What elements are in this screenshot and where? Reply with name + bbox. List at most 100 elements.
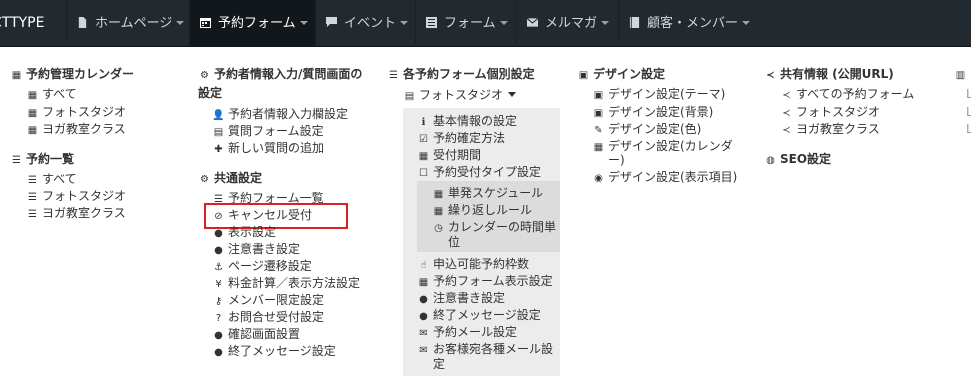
nav-customer-member[interactable]: 顧客・メンバー: [618, 0, 756, 47]
menu-display-settings[interactable]: ● 表示設定: [212, 224, 276, 242]
calendar-item-all[interactable]: ▦ すべて: [26, 86, 77, 104]
menu-label: 単発スケジュール: [448, 186, 544, 200]
comment-icon: ●: [419, 311, 428, 322]
menu-price-calc[interactable]: ¥ 料金計算／表示方法設定: [212, 275, 360, 293]
calendar-section-heading[interactable]: ▦ 予約管理カレンダー: [10, 66, 134, 84]
menu-reception-type[interactable]: ☐ 予約受付タイプ設定: [417, 164, 541, 182]
form-selector-value: フォトスタジオ: [419, 88, 504, 102]
menu-notice-settings-individual[interactable]: ● 注意書き設定: [417, 290, 505, 308]
menu-page-transition[interactable]: ⚓ ページ遷移設定: [212, 258, 312, 276]
calendar-icon: [200, 18, 211, 28]
list-item-yoga-class[interactable]: ☰ ヨガ教室クラス: [26, 205, 126, 223]
nav-homepage-label: ホームページ: [95, 16, 173, 31]
menu-share-yoga-class[interactable]: ≺ ヨガ教室クラス: [780, 121, 880, 139]
menu-label: 位: [448, 235, 461, 249]
menu-confirm-method[interactable]: ☑ 予約確定方法: [417, 130, 505, 148]
book-icon: [629, 17, 640, 28]
menu-inquiry-settings[interactable]: ? お問合せ受付設定: [212, 309, 324, 327]
menu-reception-period[interactable]: ▦ 受付期間: [417, 147, 481, 165]
envelope-icon: ✉: [419, 345, 428, 356]
menu-basic-info[interactable]: ℹ 基本情報の設定: [417, 113, 517, 131]
menu-share-photo-studio[interactable]: ≺ フォトスタジオ: [780, 104, 880, 122]
nav-reservation-form[interactable]: 予約フォーム: [189, 0, 315, 47]
calendar-icon: ▦: [433, 206, 444, 217]
brush-icon: ✎: [594, 125, 603, 136]
menu-reservation-mail[interactable]: ✉ 予約メール設定: [417, 324, 517, 342]
menu-label: 終了メッセージ設定: [228, 344, 336, 358]
menu-label: フォトスタジオ: [796, 105, 881, 119]
menu-cancel-reception[interactable]: ⊘ キャンセル受付: [212, 207, 312, 225]
reservation-list-heading[interactable]: ☰ 予約一覧: [10, 151, 74, 169]
menu-calendar-time-unit-cont[interactable]: 位: [448, 234, 460, 251]
calendar-item-yoga-class[interactable]: ▦ ヨガ教室クラス: [26, 121, 126, 139]
list-icon: ☰: [12, 155, 21, 166]
menu-end-message[interactable]: ● 終了メッセージ設定: [212, 343, 336, 361]
menu-single-schedule[interactable]: ▦ 単発スケジュール: [432, 185, 543, 203]
menu-form-display[interactable]: ▦ 予約フォーム表示設定: [417, 273, 553, 291]
hand-icon: ☝: [420, 260, 427, 271]
chevron-down-icon: [499, 21, 508, 25]
image-icon: ▣: [578, 70, 589, 81]
menu-design-background[interactable]: ▣ デザイン設定(背景): [592, 104, 714, 122]
seo-settings-heading[interactable]: ◍ SEO設定: [764, 151, 831, 169]
menu-label: ページ遷移設定: [228, 259, 312, 273]
clock-icon: ◷: [434, 223, 443, 234]
nav-mail-magazine[interactable]: メルマガ: [516, 0, 618, 47]
menu-label: デザイン設定(背景): [608, 105, 714, 119]
common-settings-heading: ⚙ 共通設定: [198, 170, 262, 188]
menu-label: 料金計算／表示方法設定: [228, 276, 361, 290]
menu-label: ヨガ教室クラス: [796, 122, 880, 136]
menu-design-color[interactable]: ✎ デザイン設定(色): [592, 121, 701, 139]
share-icon: ≺: [782, 108, 791, 119]
share-icon: ≺: [766, 70, 775, 81]
applicant-info-heading-cont: 設定: [198, 85, 222, 102]
menu-label: デザイン設定(表示項目): [608, 170, 738, 184]
menu-design-display-items[interactable]: ◉ デザイン設定(表示項目): [592, 169, 737, 187]
menu-label: ー): [608, 153, 625, 167]
menu-label: デザイン設定(テーマ): [608, 87, 726, 101]
calendar-icon: ▦: [433, 189, 444, 200]
calendar-item-label: すべて: [42, 87, 77, 101]
list-alt-icon: ▤: [404, 91, 415, 102]
gear-icon: ⚙: [200, 174, 209, 185]
menu-available-slots[interactable]: ☝ 申込可能予約枠数: [417, 256, 529, 274]
menu-label: お客様宛各種メール設: [433, 342, 554, 356]
menu-add-question[interactable]: ✚ 新しい質問の追加: [212, 140, 324, 158]
menu-question-form[interactable]: ▤ 質問フォーム設定: [212, 123, 324, 141]
nav-event[interactable]: イベント: [315, 0, 415, 47]
comment-icon: [326, 17, 337, 27]
list-alt-icon: [426, 17, 437, 28]
list-item-photo-studio[interactable]: ☰ フォトスタジオ: [26, 188, 126, 206]
chevron-down-icon: [742, 21, 751, 25]
nav-form[interactable]: フォーム: [415, 0, 516, 47]
menu-customer-mail-cont[interactable]: 定: [433, 356, 445, 373]
calendar-item-photo-studio[interactable]: ▦ フォトスタジオ: [26, 104, 126, 122]
list-item-all[interactable]: ☰ すべて: [26, 171, 77, 189]
menu-end-message-individual[interactable]: ● 終了メッセージ設定: [417, 307, 541, 325]
menu-label: デザイン設定(色): [608, 122, 702, 136]
menu-design-calendar-cont[interactable]: ー): [608, 152, 625, 169]
menu-repeat-rule[interactable]: ▦ 繰り返しルール: [432, 202, 532, 220]
menu-notice-settings[interactable]: ● 注意書き設定: [212, 241, 300, 259]
key-icon: ⚷: [214, 296, 223, 307]
menu-design-theme[interactable]: ▣ デザイン設定(テーマ): [592, 86, 726, 104]
nav-customer-member-label: 顧客・メンバー: [647, 16, 739, 31]
menu-confirm-screen[interactable]: ● 確認画面設置: [212, 326, 300, 344]
form-selector-dropdown[interactable]: ▤ フォトスタジオ: [403, 87, 517, 105]
nav-homepage[interactable]: ホームページ: [66, 0, 189, 47]
menu-label: お問合せ受付設定: [228, 310, 325, 324]
menu-label: 基本情報の設定: [433, 114, 518, 128]
clipped-item: L: [966, 87, 971, 101]
applicant-info-heading-line2: 設定: [198, 86, 223, 100]
menu-member-only[interactable]: ⚷ メンバー限定設定: [212, 292, 324, 310]
statistics-heading-clipped: ▥: [954, 66, 970, 84]
list-icon: ☰: [28, 192, 37, 203]
brand-logo[interactable]: CTTYPE: [0, 0, 66, 47]
menu-label: 表示設定: [228, 225, 277, 239]
chevron-down-icon: [299, 21, 308, 25]
menu-share-all-forms[interactable]: ≺ すべての予約フォーム: [780, 86, 914, 104]
share-icon: ≺: [782, 125, 791, 136]
menu-applicant-fields[interactable]: 👤 予約者情報入力欄設定: [212, 106, 348, 124]
info-icon: ℹ: [421, 117, 426, 128]
eye-icon: ◉: [594, 173, 603, 184]
